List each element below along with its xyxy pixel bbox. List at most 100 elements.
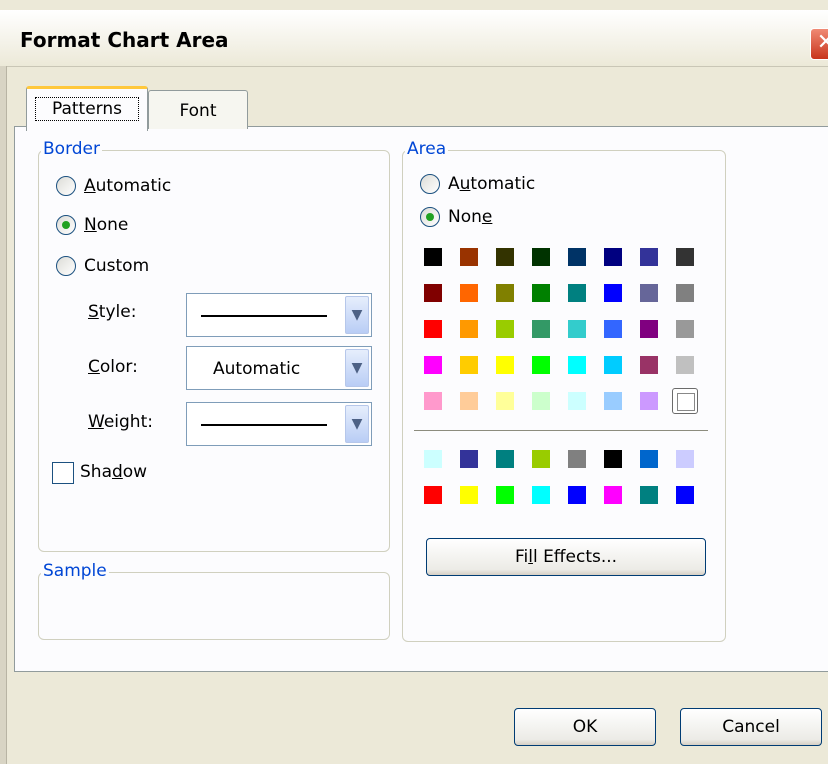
color-swatch[interactable] [420,352,446,378]
color-swatch-fill [568,450,586,468]
color-swatch[interactable] [456,244,482,270]
border-none-radio[interactable]: None [56,215,128,235]
color-swatch[interactable] [528,244,554,270]
color-swatch[interactable] [456,316,482,342]
color-swatch[interactable] [456,482,482,508]
tab-patterns[interactable]: Patterns [26,86,148,131]
close-button[interactable]: ✕ [810,28,828,60]
color-swatch[interactable] [600,388,626,414]
shadow-checkbox[interactable] [52,462,74,484]
color-swatch[interactable] [600,482,626,508]
color-swatch[interactable] [672,280,698,306]
chevron-down-icon[interactable]: ▼ [345,296,369,334]
color-swatch[interactable] [492,244,518,270]
color-dropdown[interactable]: Automatic ▼ [186,346,372,390]
color-swatch[interactable] [492,446,518,472]
color-swatch-fill [496,450,514,468]
color-swatch[interactable] [672,352,698,378]
color-swatch[interactable] [528,446,554,472]
color-swatch[interactable] [600,352,626,378]
border-automatic-radio[interactable]: Automatic [56,176,171,196]
radio-indicator [56,176,76,196]
color-swatch[interactable] [672,388,698,414]
color-swatch[interactable] [600,446,626,472]
color-swatch[interactable] [492,482,518,508]
color-swatch-fill [424,284,442,302]
color-swatch[interactable] [456,388,482,414]
color-swatch-fill [460,248,478,266]
color-swatch-fill [604,450,622,468]
radio-indicator [56,215,76,235]
shadow-label: Shadow [80,462,148,482]
color-swatch[interactable] [420,388,446,414]
color-swatch[interactable] [564,482,590,508]
color-swatch-fill [496,392,514,410]
color-swatch-fill [568,486,586,504]
color-swatch[interactable] [636,280,662,306]
radio-indicator [420,174,440,194]
color-swatch[interactable] [420,316,446,342]
color-swatch[interactable] [636,446,662,472]
color-swatch[interactable] [636,316,662,342]
color-swatch[interactable] [600,244,626,270]
area-automatic-radio[interactable]: Automatic [420,174,535,194]
border-automatic-label: Automatic [84,176,172,196]
tab-font-label: Font [179,101,217,121]
color-swatch-fill [532,392,550,410]
color-swatch[interactable] [492,316,518,342]
color-swatch-fill [424,320,442,338]
color-swatch[interactable] [492,388,518,414]
ok-button[interactable]: OK [514,708,656,746]
color-swatch[interactable] [636,352,662,378]
chevron-down-icon[interactable]: ▼ [345,349,369,387]
color-swatch-fill [460,284,478,302]
color-swatch-fill [640,450,658,468]
area-none-radio[interactable]: None [420,207,492,227]
color-swatch[interactable] [420,244,446,270]
style-dropdown[interactable]: ▼ [186,293,372,337]
color-swatch[interactable] [528,388,554,414]
color-swatch[interactable] [456,352,482,378]
color-swatch[interactable] [564,388,590,414]
color-swatch[interactable] [420,446,446,472]
sample-group: Sample [38,561,390,640]
color-swatch[interactable] [456,280,482,306]
color-swatch[interactable] [456,446,482,472]
color-swatch-fill [460,356,478,374]
color-swatch[interactable] [672,316,698,342]
color-swatch[interactable] [492,352,518,378]
title-bar: Format Chart Area ✕ [0,10,828,67]
color-swatch[interactable] [672,244,698,270]
color-swatch[interactable] [564,280,590,306]
weight-dropdown[interactable]: ▼ [186,402,372,446]
color-swatch[interactable] [528,280,554,306]
color-swatch[interactable] [492,280,518,306]
color-swatch[interactable] [420,280,446,306]
cancel-button[interactable]: Cancel [680,708,822,746]
color-swatch[interactable] [564,316,590,342]
color-swatch[interactable] [564,244,590,270]
color-swatch[interactable] [528,352,554,378]
color-swatch[interactable] [672,482,698,508]
border-custom-radio[interactable]: Custom [56,256,149,276]
color-label: Color: [88,357,138,377]
color-swatch[interactable] [636,244,662,270]
color-swatch[interactable] [600,280,626,306]
radio-indicator [56,256,76,276]
color-swatch[interactable] [600,316,626,342]
weight-line-preview [201,424,327,426]
tab-font[interactable]: Font [148,90,248,129]
color-swatch[interactable] [672,446,698,472]
color-swatch[interactable] [564,352,590,378]
chevron-down-icon[interactable]: ▼ [345,405,369,443]
color-swatch[interactable] [420,482,446,508]
style-label: Style: [88,302,137,322]
color-swatch[interactable] [528,316,554,342]
color-swatch[interactable] [636,388,662,414]
border-custom-label: Custom [84,256,150,276]
color-swatch[interactable] [564,446,590,472]
color-swatch-fill [640,356,658,374]
fill-effects-button[interactable]: Fill Effects... [426,538,706,576]
color-swatch[interactable] [636,482,662,508]
color-swatch[interactable] [528,482,554,508]
